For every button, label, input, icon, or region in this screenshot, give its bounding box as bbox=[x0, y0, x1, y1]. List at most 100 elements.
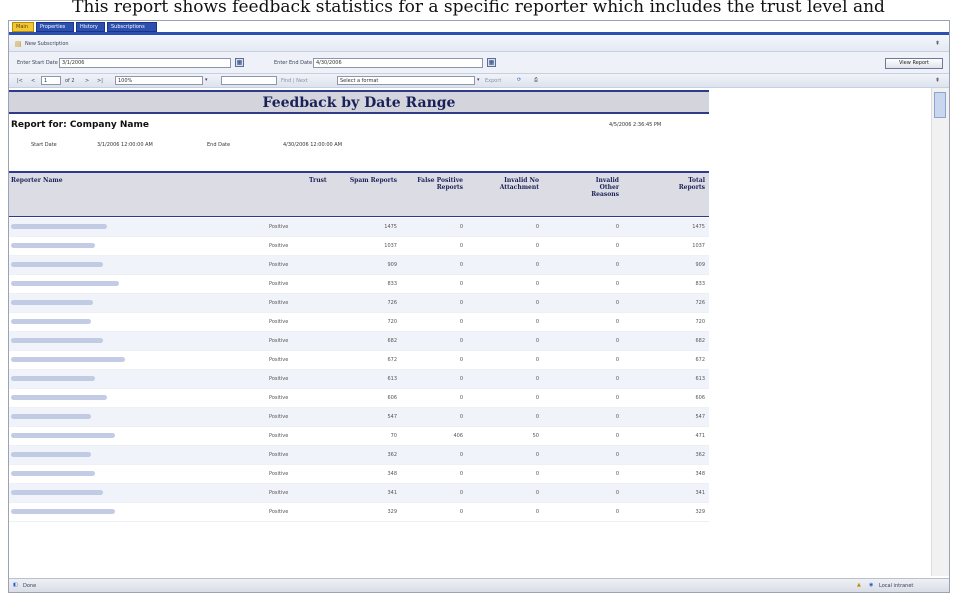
subscription-toolbar: ▤ New Subscription ⇞ bbox=[9, 35, 949, 52]
cell-false-positive: 406 bbox=[453, 433, 463, 439]
cell-invalid-no-attachment: 0 bbox=[535, 338, 539, 344]
format-dropdown-icon[interactable]: ▾ bbox=[477, 77, 480, 83]
table-row: Positive 726 0 0 0 726 bbox=[9, 294, 709, 313]
cell-invalid-other: 0 bbox=[615, 281, 619, 287]
zoom-select[interactable]: 100% bbox=[115, 76, 203, 85]
export-format-select[interactable]: Select a format bbox=[337, 76, 475, 85]
scrollbar-thumb[interactable] bbox=[934, 92, 946, 118]
cell-invalid-no-attachment: 0 bbox=[535, 224, 539, 230]
refresh-icon[interactable]: ⟳ bbox=[517, 77, 521, 83]
cell-invalid-no-attachment: 0 bbox=[535, 262, 539, 268]
cell-total: 833 bbox=[695, 281, 705, 287]
report-for-label: Report for: bbox=[11, 120, 67, 130]
table-header: Reporter Name Trust Spam Reports False P… bbox=[9, 171, 709, 217]
cell-spam: 329 bbox=[387, 509, 397, 515]
cell-total: 329 bbox=[695, 509, 705, 515]
cell-trust: Positive bbox=[269, 243, 289, 249]
find-input[interactable] bbox=[221, 76, 277, 85]
view-report-button[interactable]: View Report bbox=[885, 58, 943, 69]
cell-total: 672 bbox=[695, 357, 705, 363]
start-calendar-icon[interactable]: ▦ bbox=[235, 58, 244, 67]
cell-invalid-other: 0 bbox=[615, 262, 619, 268]
tab-subscriptions[interactable]: Subscriptions bbox=[107, 22, 157, 32]
cell-invalid-no-attachment: 0 bbox=[535, 452, 539, 458]
globe-icon: ◉ bbox=[869, 582, 874, 588]
cell-invalid-no-attachment: 0 bbox=[535, 376, 539, 382]
cell-false-positive: 0 bbox=[459, 452, 463, 458]
redacted-reporter-name bbox=[11, 319, 91, 324]
table-row: Positive 833 0 0 0 833 bbox=[9, 275, 709, 294]
cell-invalid-no-attachment: 0 bbox=[535, 395, 539, 401]
table-row: Positive 606 0 0 0 606 bbox=[9, 389, 709, 408]
cell-trust: Positive bbox=[269, 281, 289, 287]
prev-page-button[interactable]: < bbox=[31, 78, 35, 84]
cell-trust: Positive bbox=[269, 395, 289, 401]
table-row: Positive 720 0 0 0 720 bbox=[9, 313, 709, 332]
page-count-label: of 2 bbox=[65, 78, 75, 84]
redacted-reporter-name bbox=[11, 300, 93, 305]
redacted-reporter-name bbox=[11, 452, 91, 457]
cell-trust: Positive bbox=[269, 338, 289, 344]
table-row: Positive 1037 0 0 0 1037 bbox=[9, 237, 709, 256]
col-invalid-other: Invalid Other Reasons bbox=[591, 177, 619, 198]
tab-properties[interactable]: Properties bbox=[36, 22, 74, 32]
cell-trust: Positive bbox=[269, 224, 289, 230]
cell-invalid-other: 0 bbox=[615, 243, 619, 249]
cell-invalid-no-attachment: 0 bbox=[535, 300, 539, 306]
find-next-link[interactable]: Find | Next bbox=[281, 78, 308, 84]
end-date-input[interactable]: 4/30/2006 bbox=[313, 58, 483, 68]
next-page-button[interactable]: > bbox=[85, 78, 89, 84]
print-icon[interactable]: ⎙ bbox=[534, 77, 538, 83]
cell-invalid-no-attachment: 0 bbox=[535, 414, 539, 420]
table-row: Positive 682 0 0 0 682 bbox=[9, 332, 709, 351]
cell-false-positive: 0 bbox=[459, 471, 463, 477]
cell-invalid-other: 0 bbox=[615, 433, 619, 439]
cell-false-positive: 0 bbox=[459, 281, 463, 287]
cell-total: 726 bbox=[695, 300, 705, 306]
col-spam-reports: Spam Reports bbox=[349, 177, 397, 184]
cell-false-positive: 0 bbox=[459, 509, 463, 515]
first-page-button[interactable]: |< bbox=[17, 78, 23, 84]
cell-invalid-other: 0 bbox=[615, 357, 619, 363]
lock-icon: ▲ bbox=[857, 582, 861, 588]
cell-trust: Positive bbox=[269, 433, 289, 439]
cell-invalid-no-attachment: 0 bbox=[535, 281, 539, 287]
collapse-toolbar-icon[interactable]: ⇞ bbox=[935, 77, 940, 84]
zoom-dropdown-icon[interactable]: ▾ bbox=[205, 77, 208, 83]
cell-false-positive: 0 bbox=[459, 262, 463, 268]
collapse-icon[interactable]: ⇞ bbox=[935, 40, 940, 47]
status-bar: ◧ Done ▲ ◉ Local intranet bbox=[9, 578, 949, 592]
cell-total: 547 bbox=[695, 414, 705, 420]
last-page-button[interactable]: >| bbox=[97, 78, 103, 84]
end-calendar-icon[interactable]: ▦ bbox=[487, 58, 496, 67]
col-invalid-no-attachment: Invalid No Attachment bbox=[499, 177, 539, 191]
cell-spam: 909 bbox=[387, 262, 397, 268]
new-subscription-icon[interactable]: ▤ bbox=[15, 40, 22, 48]
vertical-scrollbar[interactable] bbox=[931, 88, 949, 576]
page-number-input[interactable]: 1 bbox=[41, 76, 61, 85]
cell-trust: Positive bbox=[269, 414, 289, 420]
new-subscription-link[interactable]: New Subscription bbox=[25, 41, 69, 47]
cell-false-positive: 0 bbox=[459, 376, 463, 382]
cell-spam: 613 bbox=[387, 376, 397, 382]
redacted-reporter-name bbox=[11, 262, 103, 267]
tab-bar: Main Properties History Subscriptions bbox=[9, 21, 949, 32]
cell-invalid-other: 0 bbox=[615, 319, 619, 325]
tab-history[interactable]: History bbox=[76, 22, 105, 32]
cell-total: 1037 bbox=[692, 243, 705, 249]
cell-invalid-other: 0 bbox=[615, 338, 619, 344]
cell-invalid-other: 0 bbox=[615, 471, 619, 477]
page-icon: ◧ bbox=[13, 582, 18, 588]
export-link[interactable]: Export bbox=[485, 78, 501, 84]
cell-invalid-other: 0 bbox=[615, 395, 619, 401]
start-date-input[interactable]: 3/1/2006 bbox=[59, 58, 231, 68]
tab-main[interactable]: Main bbox=[12, 22, 34, 32]
cell-total: 348 bbox=[695, 471, 705, 477]
table-row: Positive 341 0 0 0 341 bbox=[9, 484, 709, 503]
table-row: Positive 362 0 0 0 362 bbox=[9, 446, 709, 465]
redacted-reporter-name bbox=[11, 509, 115, 514]
redacted-reporter-name bbox=[11, 357, 125, 362]
table-row: Positive 613 0 0 0 613 bbox=[9, 370, 709, 389]
cell-spam: 341 bbox=[387, 490, 397, 496]
start-date-caption: Start Date bbox=[31, 142, 57, 148]
